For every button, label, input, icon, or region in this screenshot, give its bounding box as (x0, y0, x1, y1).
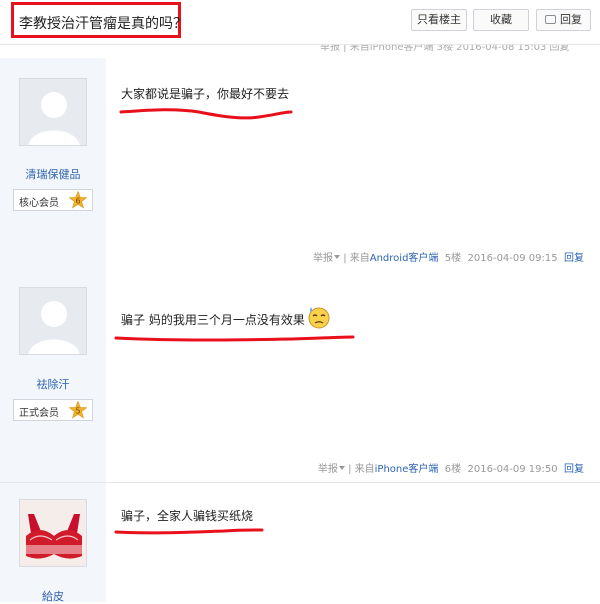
thread-header: 李教授治汗管瘤是真的吗？ 只看楼主 收藏 回复 (0, 0, 600, 45)
default-avatar-icon (28, 301, 80, 354)
red-underline-annotation (119, 108, 293, 120)
reply-button-label: 回复 (560, 13, 582, 26)
floor-number: 5楼 (444, 253, 462, 264)
only-author-button[interactable]: 只看楼主 (411, 9, 467, 31)
report-link[interactable]: 举报 (313, 253, 333, 264)
post-time: 2016-04-09 19:50 (467, 464, 558, 475)
post-reply-link[interactable]: 回复 (564, 464, 584, 475)
comment-icon (545, 15, 556, 24)
avatar[interactable] (19, 499, 87, 567)
red-underline-annotation (114, 528, 264, 535)
default-avatar-icon (28, 92, 80, 145)
red-underline-annotation (114, 335, 355, 342)
chevron-down-icon[interactable] (334, 255, 341, 259)
source-prefix: 来自 (354, 464, 375, 475)
avatar[interactable] (19, 78, 87, 146)
member-level-label: 正式会员 (19, 408, 59, 419)
client-link[interactable]: Android客户端 (370, 253, 439, 264)
post-time: 2016-04-09 09:15 (467, 253, 558, 264)
client-link[interactable]: iPhone客户端 (375, 464, 439, 475)
avatar[interactable] (19, 287, 87, 355)
post-content: 骗子，全家人骗钱买纸烧 (121, 509, 254, 523)
post-meta: 举报 | 来自iPhone客户端 6楼 2016-04-09 19:50 回复 (317, 464, 584, 475)
thread-title: 李教授治汗管瘤是真的吗？ (19, 16, 187, 32)
post: 祛除汗 正式会员 5 骗子 妈的我用三个月一点没有效果 举报 | 来自iPhon… (0, 272, 600, 483)
member-badge: 核心会员 6 (13, 189, 93, 211)
member-level-label: 核心会员 (19, 198, 59, 209)
favorite-button[interactable]: 收藏 (473, 9, 529, 31)
post-reply-link[interactable]: 回复 (564, 253, 584, 264)
post: 清瑞保健品 核心会员 6 大家都说是骗子，你最好不要去 举报 | 来自Andro… (0, 58, 600, 273)
post-content: 大家都说是骗子，你最好不要去 (121, 87, 290, 101)
post: 給皮 骗子，全家人骗钱买纸烧 (0, 483, 600, 603)
username[interactable]: 祛除汗 (0, 376, 106, 392)
chevron-down-icon[interactable] (338, 466, 345, 470)
member-badge: 正式会员 5 (13, 399, 93, 421)
level-number: 6 (75, 197, 80, 206)
source-prefix: 来自 (349, 253, 370, 264)
level-star-icon: 5 (69, 401, 87, 419)
post-meta: 举报 | 来自Android客户端 5楼 2016-04-09 09:15 回复 (313, 253, 584, 264)
title-highlight-box: 李教授治汗管瘤是真的吗？ (11, 2, 187, 38)
reply-button[interactable]: 回复 (536, 9, 591, 31)
level-number: 5 (75, 407, 80, 416)
level-star-icon: 6 (69, 191, 87, 209)
floor-number: 6楼 (444, 464, 462, 475)
sweat-emoji-icon (308, 307, 330, 329)
username[interactable]: 清瑞保健品 (0, 166, 106, 182)
post-content-text: 骗子 妈的我用三个月一点没有效果 (121, 313, 305, 327)
bra-photo-avatar (20, 500, 86, 566)
report-link[interactable]: 举报 (318, 464, 338, 475)
post-content: 骗子 妈的我用三个月一点没有效果 (121, 305, 331, 329)
